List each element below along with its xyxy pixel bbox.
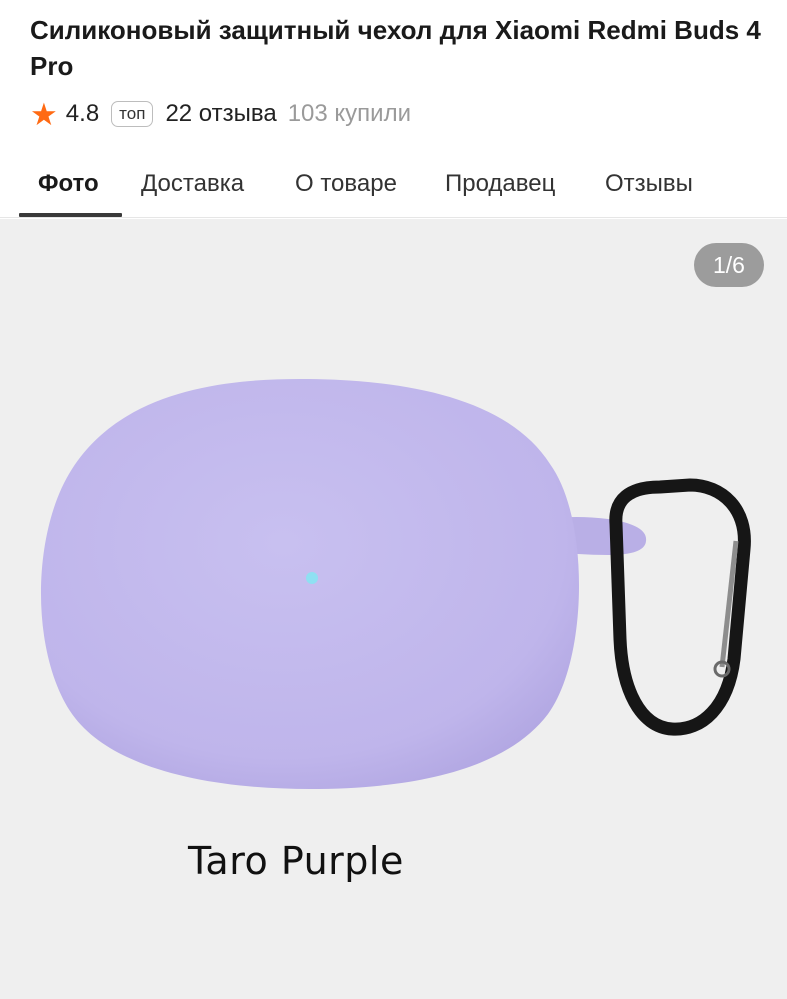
tab-seller[interactable]: Продавец xyxy=(445,168,555,218)
tab-about[interactable]: О товаре xyxy=(295,168,397,218)
reviews-link[interactable]: 22 отзыва xyxy=(165,100,276,128)
photo-gallery[interactable]: 1/6 Taro Purple xyxy=(0,219,787,999)
tab-delivery[interactable]: Доставка xyxy=(141,168,244,218)
rating-value: 4.8 xyxy=(65,100,100,127)
tab-reviews[interactable]: Отзывы xyxy=(605,168,693,218)
color-label: Taro Purple xyxy=(188,839,404,883)
active-tab-indicator xyxy=(19,213,122,217)
tab-bar: Фото Доставка О товаре Продавец Отзывы xyxy=(0,156,787,218)
product-meta: ★ 4.8 топ 22 отзыва 103 купили xyxy=(30,96,411,132)
carabiner-clip xyxy=(609,478,751,736)
top-badge: топ xyxy=(111,101,154,127)
photo-counter: 1/6 xyxy=(694,243,764,287)
product-title: Силиконовый защитный чехол для Xiaomi Re… xyxy=(30,15,761,81)
star-icon: ★ xyxy=(30,96,58,132)
tab-photo[interactable]: Фото xyxy=(38,168,99,218)
led-indicator xyxy=(306,572,318,584)
bought-count: 103 купили xyxy=(287,100,411,127)
case-body xyxy=(40,379,580,789)
